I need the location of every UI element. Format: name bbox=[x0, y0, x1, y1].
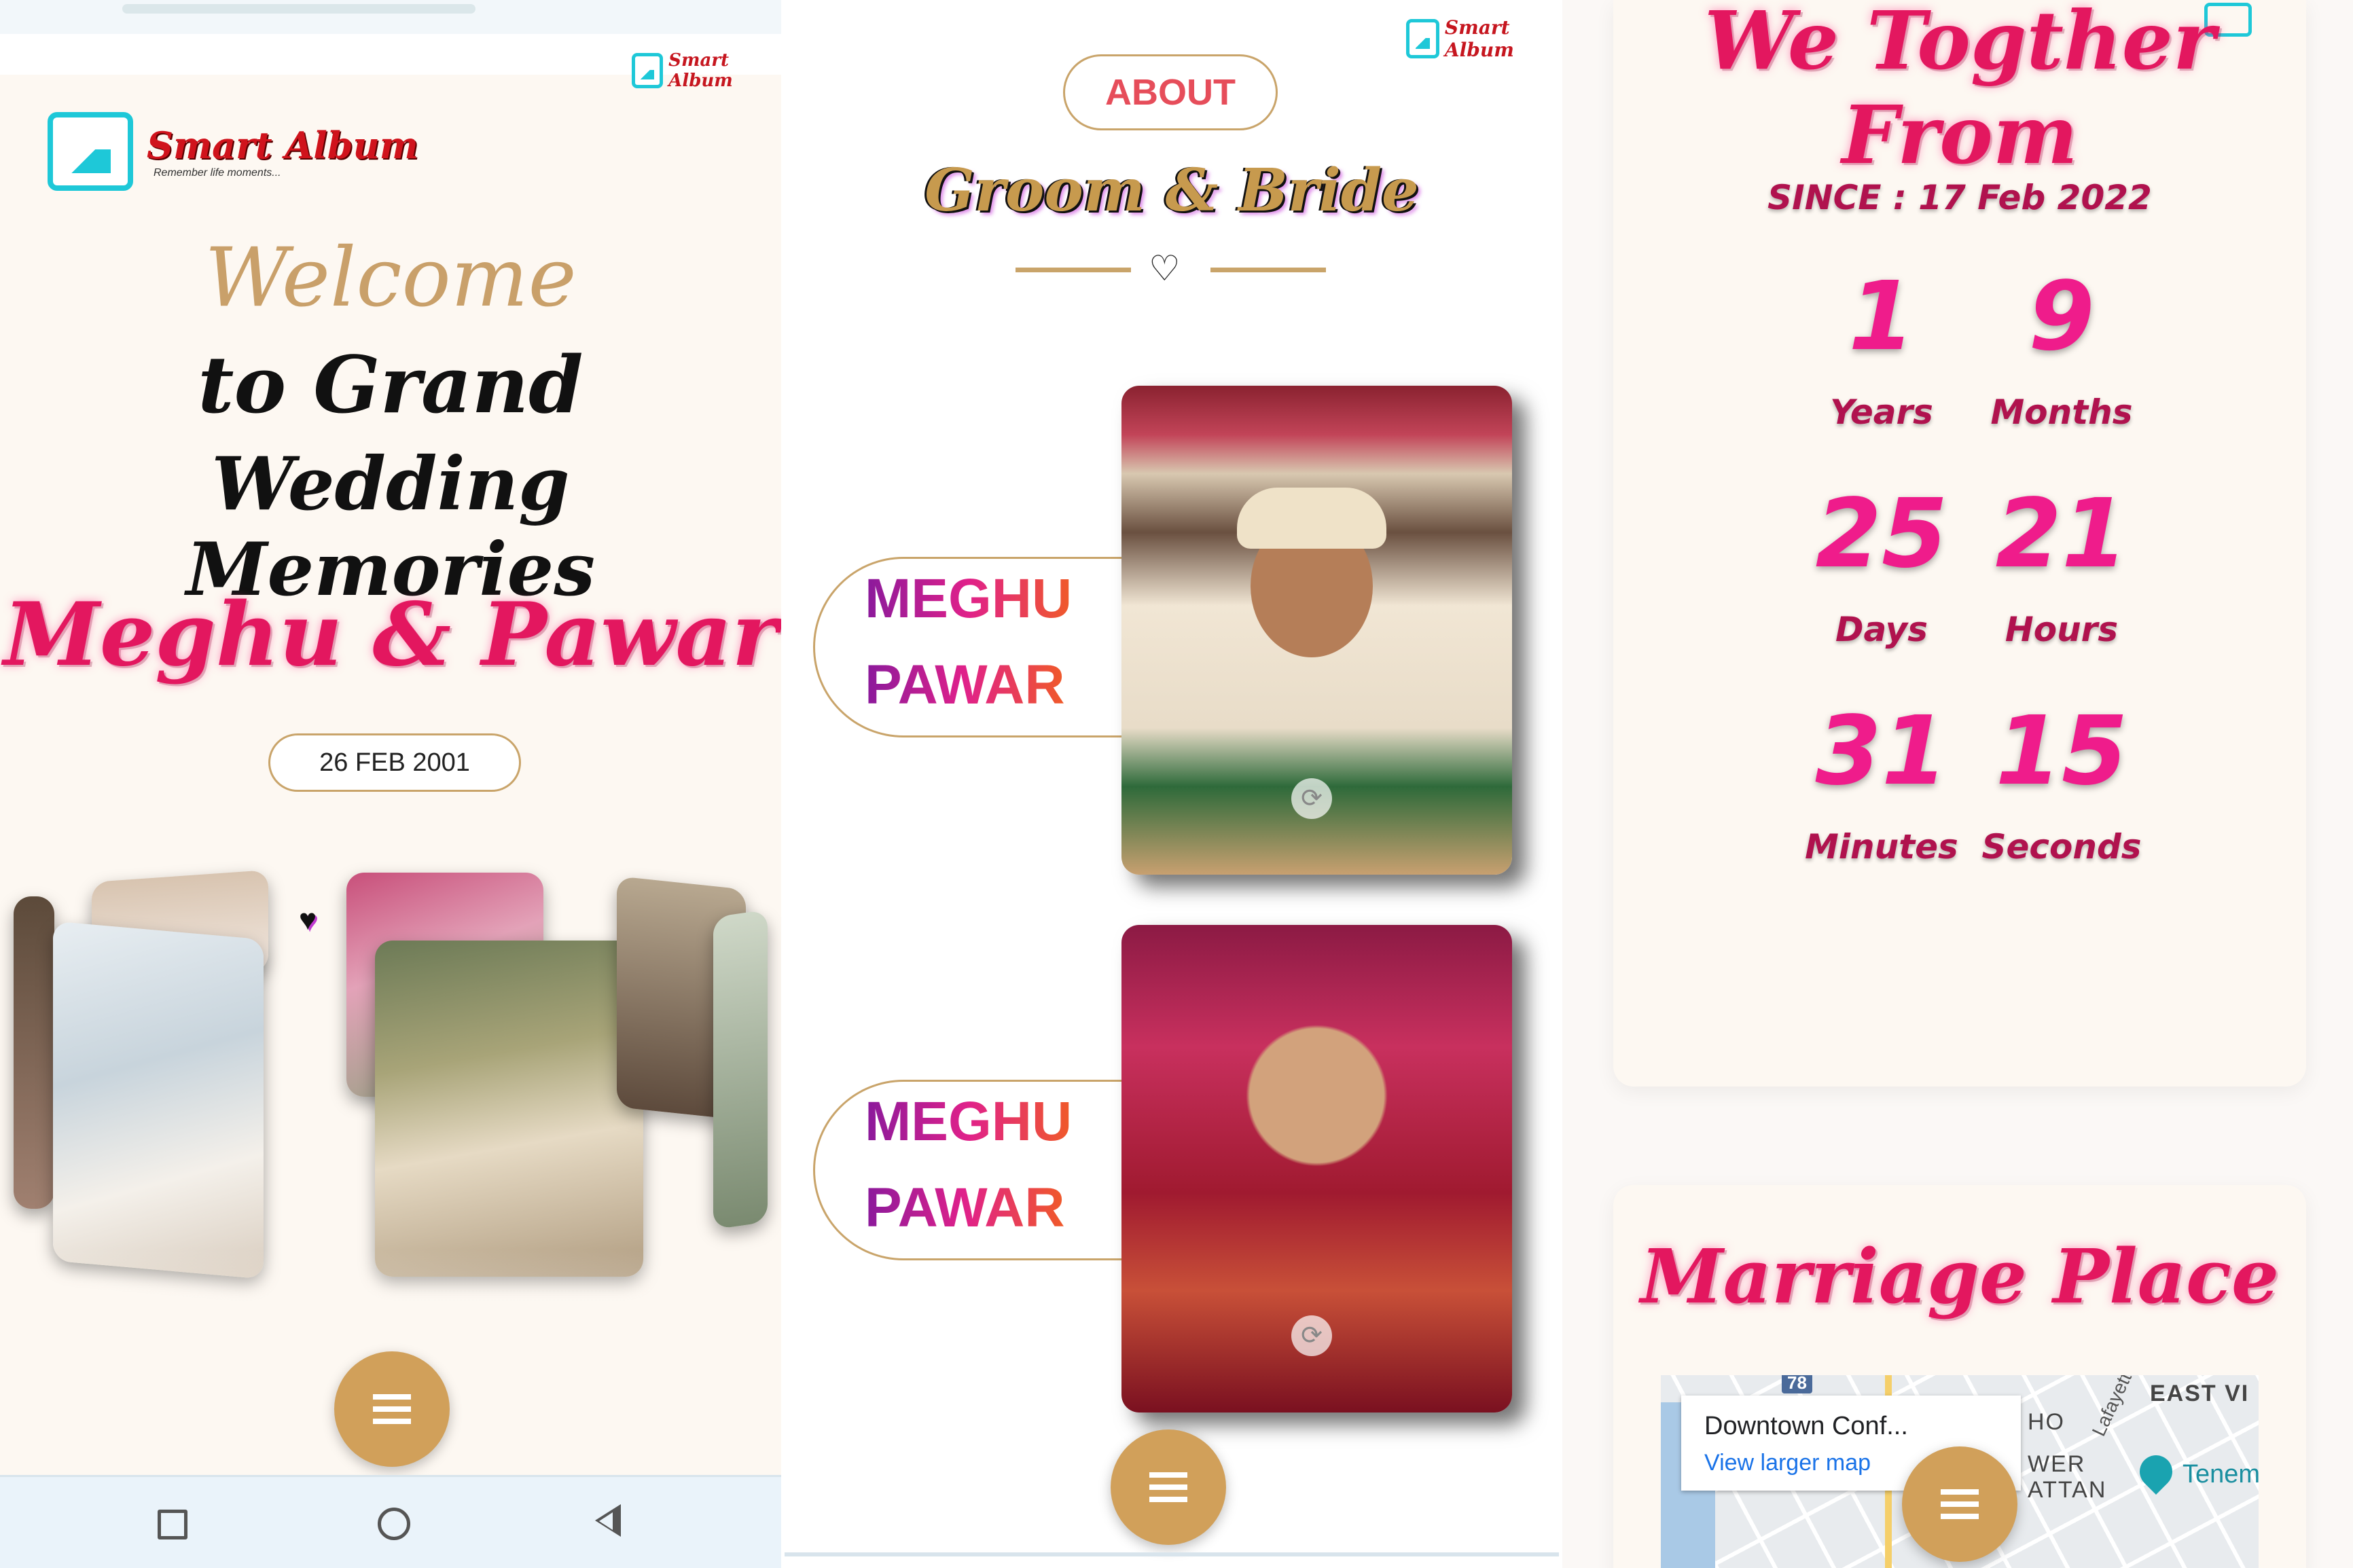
rotate-icon[interactable]: ⟳ bbox=[1291, 1315, 1332, 1356]
home-icon[interactable] bbox=[378, 1508, 410, 1540]
groom-first-name: MEGHU bbox=[865, 568, 1073, 630]
groom-photo[interactable]: ⟳ bbox=[1121, 386, 1512, 875]
recent-apps-icon[interactable] bbox=[158, 1510, 187, 1539]
bride-first-name: MEGHU bbox=[865, 1091, 1073, 1152]
hamburger-icon bbox=[1941, 1489, 1979, 1519]
top-handle bbox=[122, 4, 475, 14]
years-label: Years bbox=[1830, 393, 1933, 432]
bride-last-name: PAWAR bbox=[865, 1177, 1065, 1239]
months-value: 9 bbox=[2028, 261, 2095, 372]
view-larger-map-link[interactable]: View larger map bbox=[1704, 1450, 1871, 1476]
watermark-logo: Smart Album bbox=[1406, 16, 1559, 61]
carousel-photo[interactable] bbox=[14, 896, 54, 1209]
seconds-label: Seconds bbox=[1981, 827, 2142, 867]
status-bar bbox=[0, 0, 781, 34]
map-place-name: Downtown Conf... bbox=[1704, 1412, 1908, 1440]
hours-value: 21 bbox=[1995, 479, 2128, 589]
marriage-place-title: Marriage Place bbox=[1640, 1233, 2279, 1320]
subtitle-line: to Grand bbox=[198, 340, 583, 431]
menu-button[interactable] bbox=[334, 1351, 450, 1467]
carousel-photo[interactable] bbox=[53, 921, 264, 1279]
bottom-divider bbox=[785, 1552, 1559, 1556]
seconds-value: 15 bbox=[1995, 696, 2128, 807]
since-date: SINCE : 17 Feb 2022 bbox=[1767, 178, 2152, 217]
menu-button[interactable] bbox=[1902, 1446, 2017, 1562]
couple-names: Meghu & Pawar bbox=[3, 584, 778, 686]
carousel-photo-active[interactable] bbox=[375, 941, 643, 1277]
android-nav-bar bbox=[0, 1475, 781, 1568]
years-value: 1 bbox=[1848, 261, 1915, 372]
app-logo: Smart Album Remember life moments... bbox=[48, 112, 418, 191]
minutes-label: Minutes bbox=[1805, 827, 1958, 867]
watermark-logo: Smart Album bbox=[632, 50, 781, 91]
minutes-value: 31 bbox=[1815, 696, 1948, 807]
album-icon bbox=[632, 53, 664, 88]
months-label: Months bbox=[1990, 393, 2133, 432]
album-icon bbox=[48, 112, 133, 191]
hours-label: Hours bbox=[2005, 610, 2119, 649]
about-badge: ABOUT bbox=[1063, 54, 1278, 130]
groom-last-name: PAWAR bbox=[865, 654, 1065, 716]
countdown-screen: We Togther From SINCE : 17 Feb 2022 1 Ye… bbox=[1562, 0, 2353, 1568]
together-title: We Togther From bbox=[1704, 0, 2216, 182]
heart-icon: ♥ bbox=[299, 903, 317, 936]
groom-turban bbox=[1237, 488, 1386, 549]
days-value: 25 bbox=[1815, 479, 1948, 589]
menu-button[interactable] bbox=[1111, 1429, 1226, 1545]
hamburger-icon bbox=[373, 1394, 411, 1424]
rotate-icon[interactable]: ⟳ bbox=[1291, 778, 1332, 819]
hamburger-icon bbox=[1149, 1472, 1187, 1502]
welcome-screen: Smart Album Smart Album Remember life mo… bbox=[0, 0, 781, 1568]
wedding-date-badge: 26 FEB 2001 bbox=[268, 733, 521, 792]
carousel-photo[interactable] bbox=[713, 909, 768, 1230]
heart-outline-icon: ♡ bbox=[1149, 249, 1181, 289]
section-title: Groom & Bride bbox=[924, 156, 1419, 225]
groom-bride-screen: Smart Album ABOUT Groom & Bride ♡ MEGHU … bbox=[785, 0, 1559, 1568]
album-icon bbox=[1406, 19, 1439, 58]
days-label: Days bbox=[1835, 610, 1928, 649]
bride-photo[interactable]: ⟳ bbox=[1121, 925, 1512, 1412]
welcome-heading: Welcome bbox=[204, 231, 577, 325]
